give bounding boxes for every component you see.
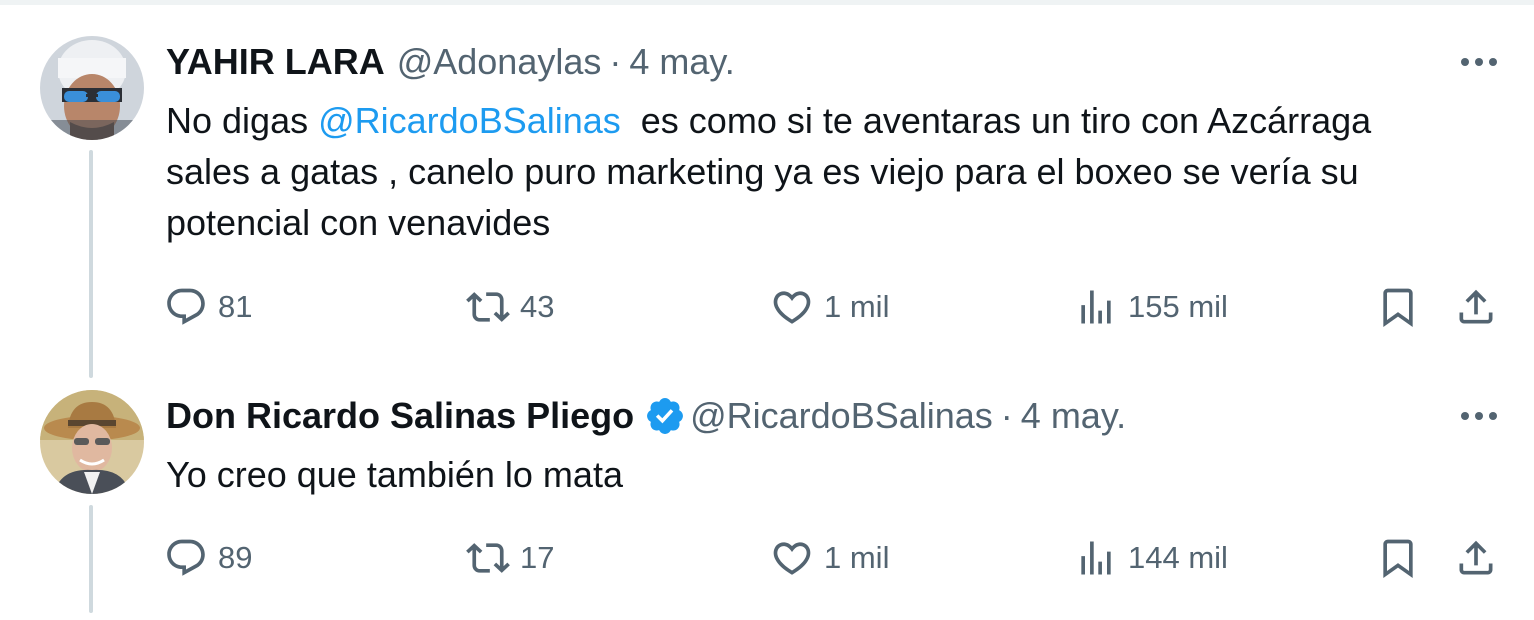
retweet-icon bbox=[466, 543, 510, 573]
reply-button[interactable]: 89 bbox=[164, 533, 252, 583]
avatar-yahir-lara[interactable] bbox=[40, 36, 144, 140]
tweet-header: Don Ricardo Salinas Pliego @RicardoBSali… bbox=[166, 394, 1126, 438]
retweet-icon bbox=[466, 292, 510, 322]
heart-icon bbox=[773, 291, 811, 324]
reply-icon bbox=[167, 539, 205, 576]
share-icon bbox=[1459, 289, 1493, 324]
tweet-date[interactable]: 4 may. bbox=[1021, 395, 1126, 437]
bookmark-button[interactable] bbox=[1376, 282, 1420, 332]
retweet-count: 17 bbox=[520, 540, 555, 575]
author-name[interactable]: YAHIR LARA bbox=[166, 41, 385, 83]
tweet-text-part: es como si te aventaras un tiro con Azcá… bbox=[620, 100, 1372, 141]
more-icon bbox=[1461, 412, 1497, 420]
views-count: 155 mil bbox=[1128, 289, 1228, 324]
more-options-button[interactable] bbox=[1454, 401, 1504, 431]
mention-link[interactable]: @RicardoBSalinas bbox=[318, 100, 621, 141]
share-icon bbox=[1459, 540, 1493, 575]
share-button[interactable] bbox=[1454, 282, 1498, 332]
reply-count: 89 bbox=[218, 540, 253, 575]
tweet-text-line: potencial con venavides bbox=[166, 202, 551, 243]
views-icon bbox=[1081, 541, 1111, 575]
tweet-text-line: Yo creo que también lo mata bbox=[166, 454, 623, 495]
avatar-ricardo-salinas[interactable] bbox=[40, 390, 144, 494]
share-button[interactable] bbox=[1454, 533, 1498, 583]
views-count: 144 mil bbox=[1128, 540, 1228, 575]
top-divider bbox=[0, 0, 1534, 5]
tweet-header: YAHIR LARA @Adonaylas · 4 may. bbox=[166, 40, 735, 84]
verified-badge-icon bbox=[647, 398, 684, 434]
tweet-text: Yo creo que también lo mata bbox=[166, 449, 1496, 500]
bookmark-button[interactable] bbox=[1376, 533, 1420, 583]
reply-icon bbox=[167, 288, 205, 325]
thread-line bbox=[89, 150, 93, 378]
tweet-text-part: No digas bbox=[166, 100, 319, 141]
like-button[interactable]: 1 mil bbox=[770, 533, 889, 583]
retweet-count: 43 bbox=[520, 289, 555, 324]
tweet-text: No digas @RicardoBSalinas es como si te … bbox=[166, 95, 1496, 248]
separator-dot: · bbox=[1000, 395, 1013, 436]
bookmark-icon bbox=[1383, 288, 1413, 328]
author-handle[interactable]: @Adonaylas bbox=[397, 41, 602, 83]
tweet-text-line: sales a gatas , canelo puro marketing ya… bbox=[166, 151, 1359, 192]
views-icon bbox=[1081, 290, 1111, 324]
tweet-actions: 89 17 1 mil 144 mil bbox=[0, 533, 1534, 583]
tweet-actions: 81 43 1 mil 155 mil bbox=[0, 282, 1534, 332]
author-name[interactable]: Don Ricardo Salinas Pliego bbox=[166, 395, 634, 437]
views-button[interactable]: 144 mil bbox=[1074, 533, 1228, 583]
more-options-button[interactable] bbox=[1454, 47, 1504, 77]
reply-button[interactable]: 81 bbox=[164, 282, 252, 332]
bookmark-icon bbox=[1383, 539, 1413, 579]
reply-count: 81 bbox=[218, 289, 253, 324]
like-count: 1 mil bbox=[824, 289, 890, 324]
retweet-button[interactable]: 17 bbox=[466, 533, 554, 583]
author-handle[interactable]: @RicardoBSalinas bbox=[690, 395, 993, 437]
tweet-date[interactable]: 4 may. bbox=[629, 41, 734, 83]
separator-dot: · bbox=[609, 41, 622, 82]
like-count: 1 mil bbox=[824, 540, 890, 575]
views-button[interactable]: 155 mil bbox=[1074, 282, 1228, 332]
like-button[interactable]: 1 mil bbox=[770, 282, 889, 332]
heart-icon bbox=[773, 542, 811, 575]
more-icon bbox=[1461, 58, 1497, 66]
retweet-button[interactable]: 43 bbox=[466, 282, 554, 332]
